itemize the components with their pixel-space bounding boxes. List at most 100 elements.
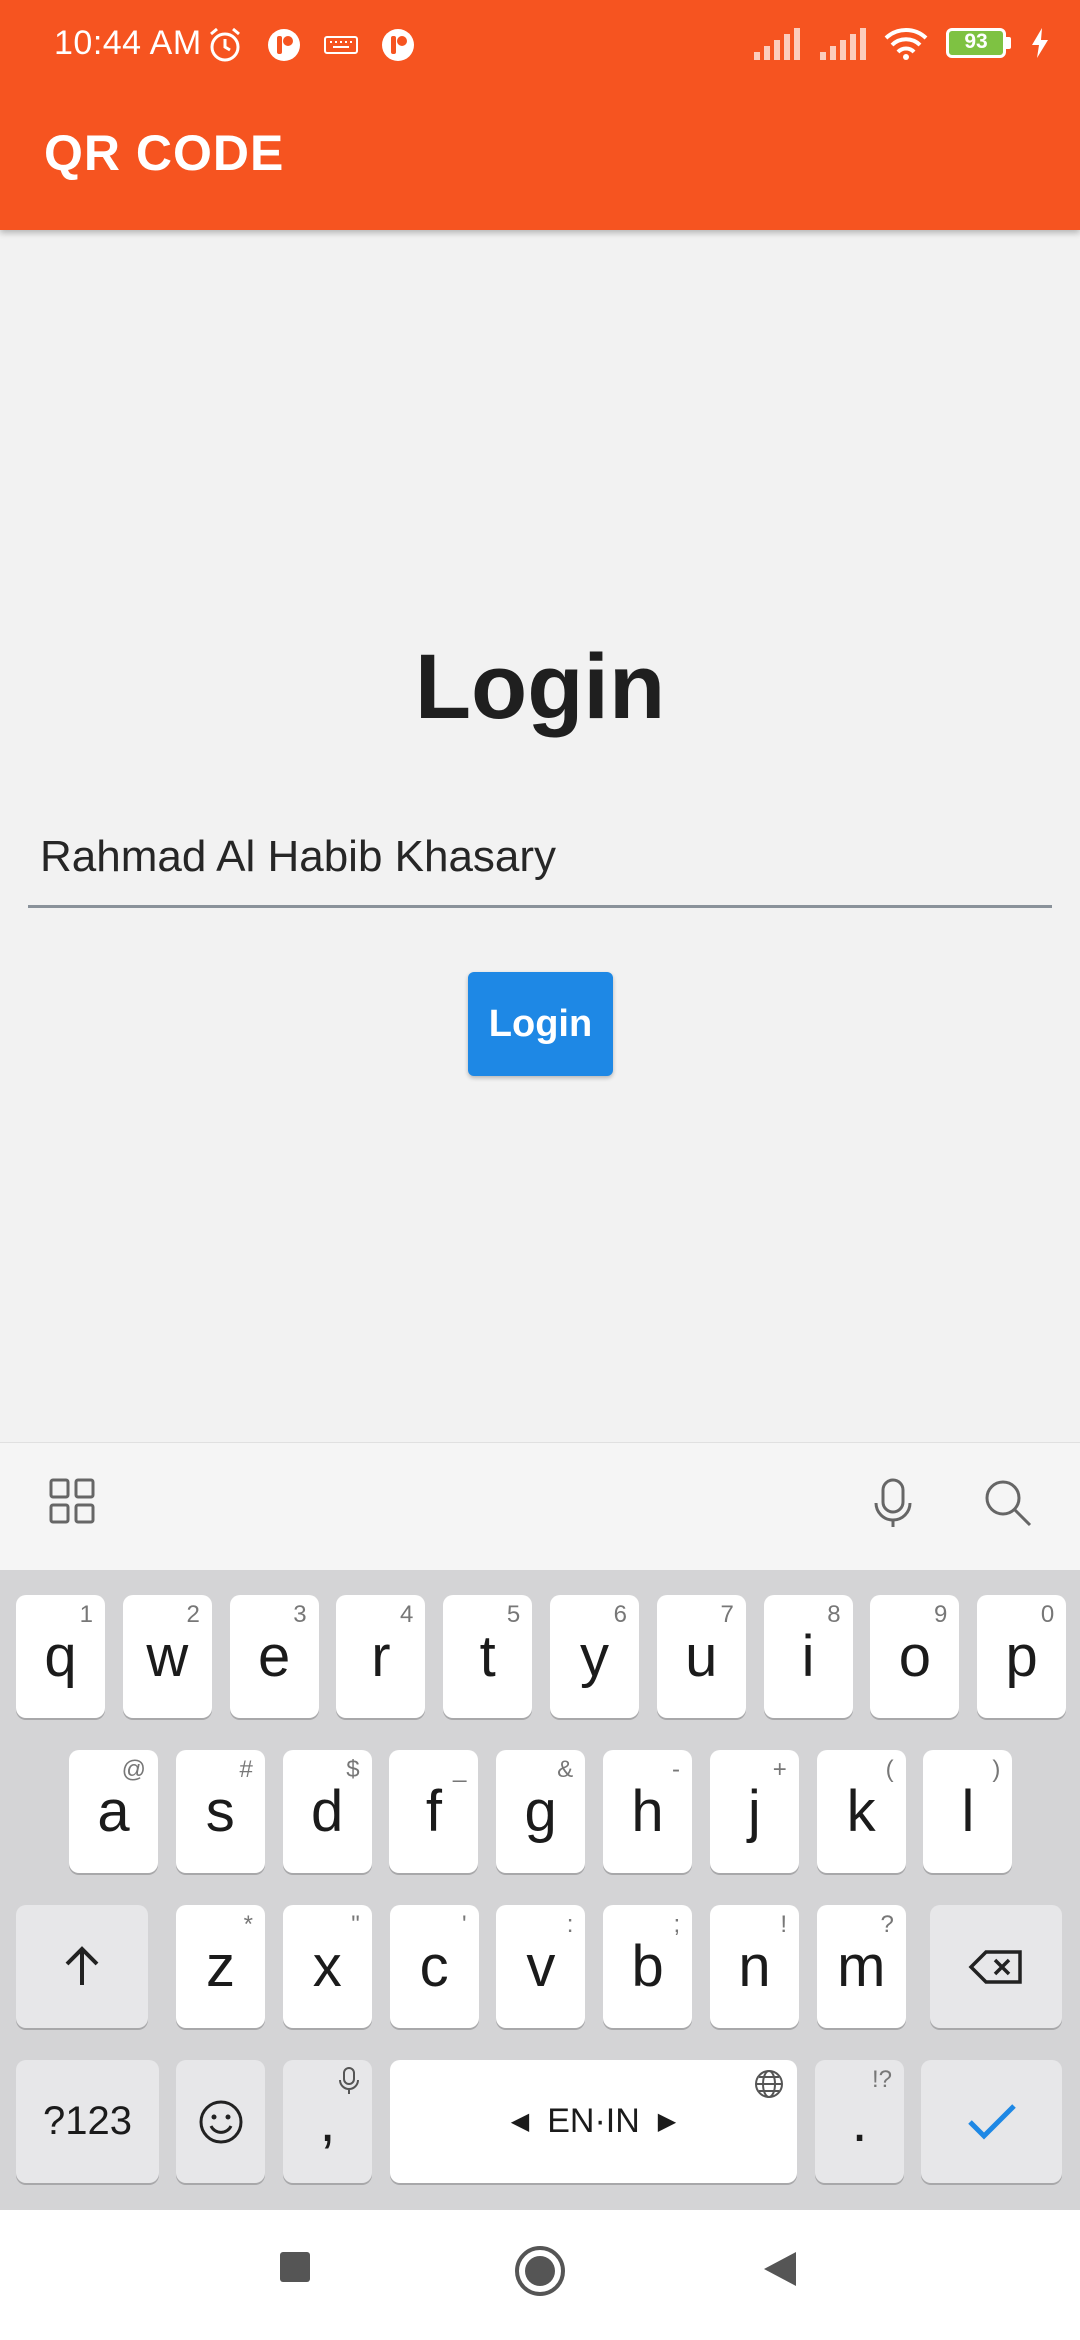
- key-x[interactable]: " x: [282, 1905, 372, 2028]
- alarm-icon: [210, 27, 240, 62]
- period-key-label: .: [851, 2089, 868, 2154]
- home-circle-icon[interactable]: [513, 2244, 567, 2298]
- key-q[interactable]: 1q: [16, 1595, 105, 1718]
- login-button[interactable]: Login: [468, 972, 613, 1076]
- key-label: v: [526, 1934, 556, 1999]
- key-label: i: [801, 1624, 815, 1689]
- key-p[interactable]: 0p: [977, 1595, 1067, 1718]
- key-m[interactable]: ? m: [816, 1905, 906, 2028]
- key-f[interactable]: _ f: [389, 1750, 479, 1873]
- login-screen: Login Rahmad Al Habib Khasary Login: [0, 230, 1080, 1442]
- key-o[interactable]: 9o: [870, 1595, 960, 1718]
- back-triangle-icon[interactable]: [762, 2250, 798, 2288]
- name-input[interactable]: Rahmad Al Habib Khasary: [28, 790, 1052, 908]
- key-hint: ?: [880, 1911, 894, 1938]
- key-hint: 5: [506, 1601, 521, 1628]
- key-r[interactable]: 4r: [336, 1595, 426, 1718]
- key-hint: ;: [673, 1911, 681, 1938]
- key-label: d: [310, 1779, 344, 1844]
- emoji-key[interactable]: [176, 2060, 265, 2183]
- key-w[interactable]: 2w: [122, 1595, 212, 1718]
- search-icon[interactable]: [982, 1477, 1034, 1529]
- key-hint: *: [243, 1911, 253, 1938]
- wifi-icon: [884, 28, 928, 60]
- symbols-key[interactable]: ?123: [16, 2060, 159, 2183]
- key-hint: :: [566, 1911, 574, 1938]
- key-label: n: [738, 1934, 771, 1999]
- top-bar: 10:44 AM 93 QR CODE: [0, 0, 1080, 230]
- left-arrow-icon: ◀: [510, 2108, 530, 2135]
- key-hint: 9: [934, 1601, 948, 1628]
- key-label: h: [631, 1779, 664, 1844]
- key-label: x: [312, 1934, 342, 1999]
- key-b[interactable]: ; b: [603, 1905, 693, 2028]
- key-label: k: [846, 1779, 876, 1844]
- key-label: u: [685, 1624, 718, 1689]
- soft-keyboard: 1q2w3e4r5t6y7u8i9o0p @ a # s $ d _ f & g - h + j(k) l …: [0, 1570, 1080, 2210]
- enter-key[interactable]: [921, 2060, 1062, 2183]
- key-hint: 1: [79, 1601, 93, 1628]
- period-key-hint: !?: [871, 2066, 892, 2093]
- key-label: a: [97, 1779, 130, 1844]
- key-k[interactable]: (k: [816, 1750, 906, 1873]
- signal-icon: [754, 28, 800, 60]
- charging-icon: [1032, 28, 1048, 58]
- key-s[interactable]: # s: [175, 1750, 265, 1873]
- space-language-label: EN·IN: [547, 2102, 640, 2140]
- key-hint: &: [557, 1756, 574, 1783]
- key-hint: (: [885, 1756, 894, 1783]
- app-notification-icon: [382, 29, 414, 61]
- battery-icon: 93: [946, 28, 1012, 58]
- keyboard-toolbar: [0, 1442, 1080, 1570]
- globe-icon: [755, 2070, 783, 2098]
- status-icons-right: 93: [752, 26, 1050, 60]
- key-j[interactable]: + j: [709, 1750, 799, 1873]
- checkmark-icon: [967, 2103, 1016, 2140]
- key-label: j: [747, 1779, 761, 1844]
- status-icons-left: [206, 26, 416, 64]
- space-key[interactable]: ◀ EN·IN ▶: [390, 2060, 797, 2183]
- apps-grid-icon[interactable]: [48, 1477, 96, 1525]
- backspace-icon: [968, 1949, 1022, 1984]
- key-c[interactable]: ' c: [389, 1905, 479, 2028]
- right-arrow-icon: ▶: [657, 2108, 677, 2135]
- key-g[interactable]: & g: [496, 1750, 586, 1873]
- key-u[interactable]: 7u: [656, 1595, 746, 1718]
- backspace-key[interactable]: [930, 1905, 1062, 2028]
- key-hint: 6: [613, 1601, 627, 1628]
- symbols-key-label: ?123: [43, 2099, 132, 2143]
- comma-key-label: ,: [319, 2089, 336, 2154]
- key-label: g: [524, 1779, 557, 1844]
- key-z[interactable]: * z: [176, 1905, 265, 2028]
- key-hint: 7: [720, 1601, 734, 1628]
- key-h[interactable]: -h: [603, 1750, 692, 1873]
- navigation-bar: [0, 2210, 1080, 2340]
- key-a[interactable]: @ a: [69, 1750, 158, 1873]
- key-label: s: [205, 1779, 235, 1844]
- key-hint: ": [351, 1911, 360, 1938]
- key-hint: #: [239, 1756, 253, 1783]
- key-y[interactable]: 6y: [550, 1595, 639, 1718]
- period-key[interactable]: !? .: [815, 2060, 904, 2183]
- key-hint: 2: [186, 1601, 200, 1628]
- recents-square-icon[interactable]: [278, 2250, 312, 2284]
- key-label: z: [206, 1934, 235, 1999]
- comma-key[interactable]: ,: [283, 2060, 372, 2183]
- microphone-icon[interactable]: [868, 1477, 918, 1529]
- key-label: l: [961, 1779, 975, 1844]
- key-label: q: [44, 1624, 77, 1689]
- key-label: o: [898, 1624, 932, 1689]
- key-hint: @: [121, 1756, 146, 1783]
- key-l[interactable]: ) l: [923, 1750, 1013, 1873]
- key-v[interactable]: :v: [496, 1905, 586, 2028]
- key-e[interactable]: 3e: [229, 1595, 319, 1718]
- key-d[interactable]: $ d: [282, 1750, 372, 1873]
- key-i[interactable]: 8i: [763, 1595, 853, 1718]
- key-label: y: [580, 1624, 609, 1689]
- shift-key[interactable]: [16, 1905, 148, 2028]
- key-t[interactable]: 5t: [443, 1595, 533, 1718]
- key-label: t: [479, 1624, 496, 1689]
- key-label: e: [257, 1624, 291, 1689]
- page-title: Login: [414, 636, 666, 738]
- key-n[interactable]: ! n: [710, 1905, 799, 2028]
